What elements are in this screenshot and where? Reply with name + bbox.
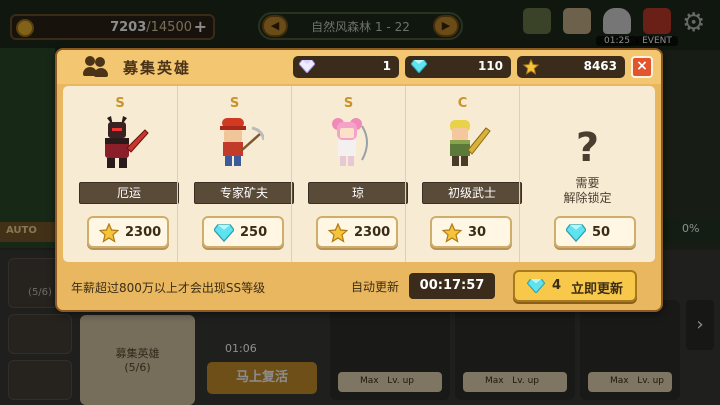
blue-gem-icon (411, 60, 427, 73)
hero-card: C 初级武士 30 (405, 86, 522, 262)
ss-grade-note: 年薪超过800万以上才会出现SS等级 (71, 281, 266, 295)
star-icon (99, 223, 119, 243)
hero-card: S 厄运 2300 (63, 86, 179, 262)
white-gem-count: 1 (382, 59, 391, 73)
dialog-header: 募集英雄 1 110 8463 × (57, 50, 661, 84)
blue-gem-counter: 110 (405, 56, 511, 78)
recruit-price-button[interactable]: 2300 (316, 216, 398, 248)
recruit-price: 30 (468, 225, 487, 240)
hero-name: 初级武士 (422, 182, 522, 204)
gem-icon (214, 224, 234, 243)
dialog-title: 募集英雄 (123, 59, 192, 77)
warrior-sprite (450, 120, 491, 166)
hero-grade: S (115, 96, 125, 111)
star-icon (523, 59, 539, 75)
recruit-price-button[interactable]: 250 (202, 216, 284, 248)
refresh-now-label: 立即更新 (571, 282, 624, 297)
dialog-footer: 年薪超过800万以上才会出现SS等级 自动更新 00:17:57 4 立即更新 (63, 266, 655, 308)
people-icon (83, 56, 109, 78)
recruit-price: 250 (240, 225, 268, 240)
refresh-cost: 4 (552, 278, 562, 293)
locked-line-2: 解除锁定 (563, 191, 612, 205)
hero-name: 专家矿夫 (194, 182, 294, 204)
hero-grade: C (457, 96, 468, 111)
star-count: 8463 (583, 59, 617, 73)
question-mark-icon: ? (575, 125, 600, 171)
locked-line-1: 需要 (575, 176, 600, 190)
star-icon (328, 223, 348, 243)
hero-grade: S (343, 96, 354, 111)
unlock-price: 50 (592, 225, 611, 240)
hero-name: 琼 (308, 182, 408, 204)
recruit-price-button[interactable]: 30 (430, 216, 512, 248)
white-gem-icon (299, 60, 315, 73)
hero-list: S 厄运 2300 S 专家矿夫 250 S 琼 2300 C 初级武士 30 … (63, 86, 655, 262)
gem-icon (527, 279, 545, 293)
hero-card: S 专家矿夫 250 (177, 86, 294, 262)
archer-sprite (332, 118, 368, 166)
star-counter: 8463 (517, 56, 625, 78)
gem-icon (566, 224, 586, 243)
recruit-price: 2300 (125, 225, 162, 240)
recruit-hero-dialog: 募集英雄 1 110 8463 × S 厄运 2300 S 专家矿夫 250 S… (55, 48, 663, 312)
close-button[interactable]: × (631, 56, 653, 78)
recruit-price: 2300 (354, 225, 391, 240)
locked-hero-card: ? 需要 解除锁定 50 (519, 86, 655, 262)
hero-card: S 琼 2300 (291, 86, 408, 262)
unlock-price-button[interactable]: 50 (554, 216, 636, 248)
auto-refresh-label: 自动更新 (351, 280, 400, 294)
refresh-now-button[interactable]: 4 立即更新 (513, 270, 637, 302)
refresh-timer: 00:17:57 (409, 273, 495, 299)
dark-knight-sprite (105, 116, 149, 168)
recruit-price-button[interactable]: 2300 (87, 216, 169, 248)
hero-grade: S (229, 96, 240, 111)
star-icon (442, 223, 462, 243)
blue-gem-count: 110 (477, 59, 503, 73)
hero-name: 厄运 (79, 182, 179, 204)
miner-sprite (220, 118, 264, 166)
white-gem-counter: 1 (293, 56, 399, 78)
